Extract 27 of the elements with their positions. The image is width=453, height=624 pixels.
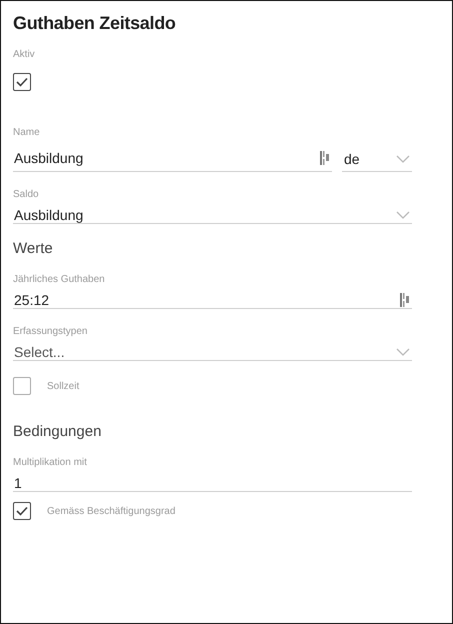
section-heading: Werte [13, 240, 54, 257]
field-label: Name [13, 126, 41, 139]
language-select[interactable]: de [342, 146, 412, 172]
checkmark-icon [16, 77, 28, 87]
page-title: Guthaben Zeitsaldo [13, 13, 177, 34]
section-heading: Bedingungen [13, 423, 102, 440]
chevron-down-icon [396, 348, 410, 356]
checkbox[interactable] [13, 73, 31, 91]
chevron-down-icon [396, 154, 410, 162]
field-label: Multiplikation mit [13, 456, 88, 469]
input-field[interactable]: 1 [13, 475, 412, 492]
field-label: Aktiv [13, 48, 36, 61]
checkbox[interactable] [13, 377, 31, 395]
field-label: Erfassungstypen [13, 325, 88, 338]
select-field[interactable]: Select... [13, 344, 412, 361]
checkbox-label: Gemäss Beschäftigungsgrad [47, 506, 176, 516]
field-label: Saldo [13, 188, 40, 201]
checkbox[interactable] [13, 502, 31, 520]
translate-icon[interactable] [320, 151, 330, 165]
checkmark-icon [16, 506, 28, 516]
chevron-down-icon [396, 211, 410, 219]
translate-icon[interactable] [400, 293, 410, 307]
select-field[interactable]: Ausbildung [13, 207, 412, 224]
input-field[interactable]: 25:12 [13, 292, 412, 309]
name-field[interactable]: Ausbildung [13, 145, 332, 172]
field-label: Jährliches Guthaben [13, 273, 106, 286]
checkbox-label: Sollzeit [47, 380, 80, 392]
